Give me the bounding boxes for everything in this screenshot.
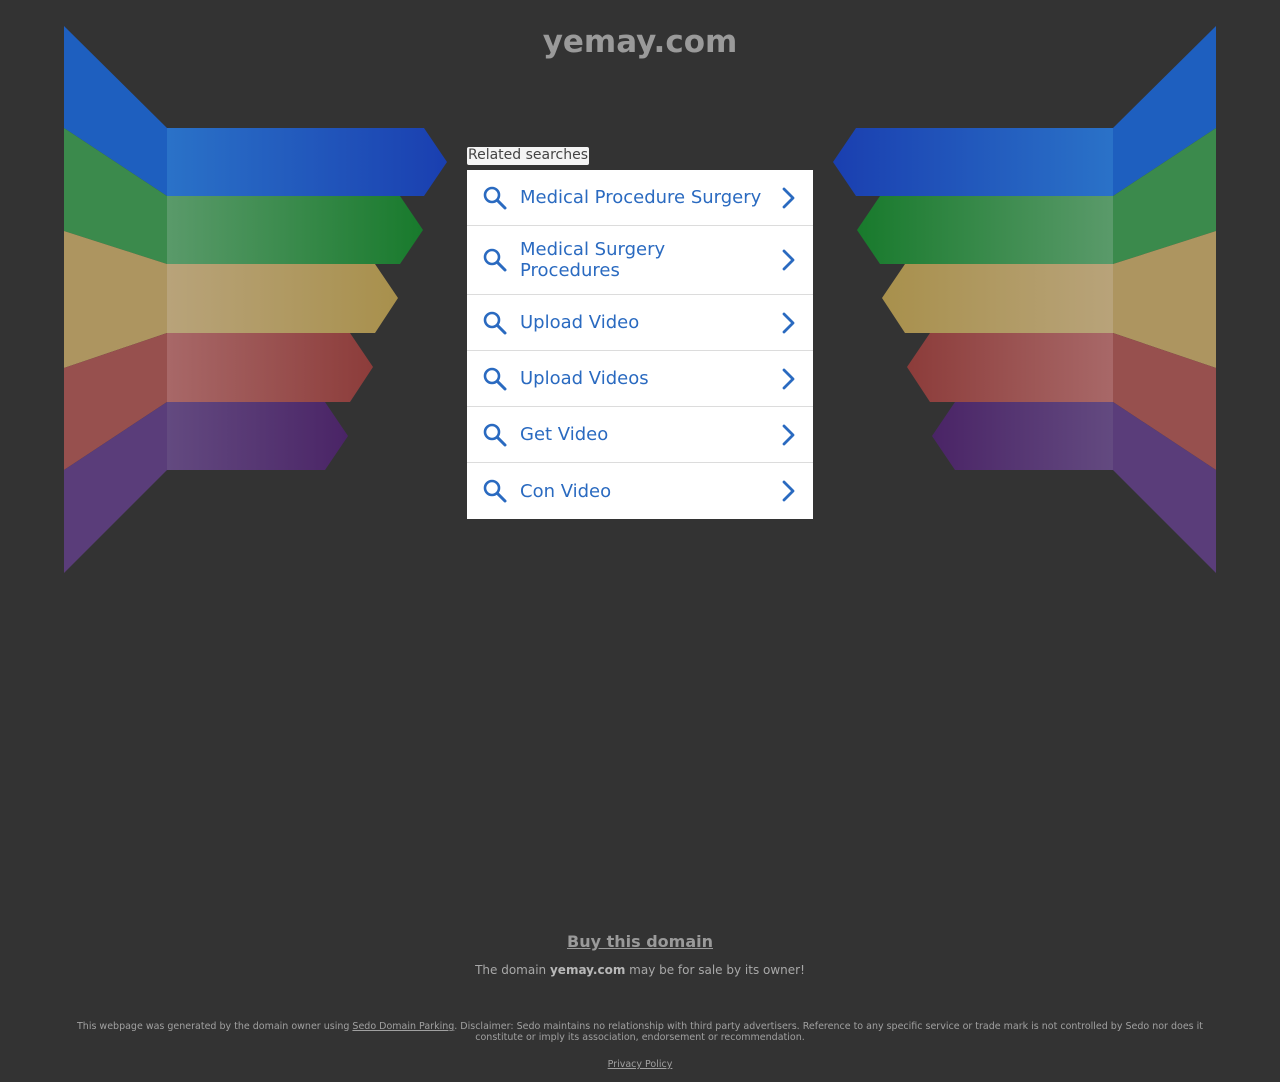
disclaimer-prefix: This webpage was generated by the domain… bbox=[77, 1021, 350, 1032]
related-search-label: Upload Video bbox=[520, 312, 640, 333]
chevron-right-icon bbox=[782, 312, 795, 333]
related-search-item[interactable]: Upload Videos bbox=[467, 351, 813, 407]
chevron-right-icon bbox=[782, 187, 795, 208]
chevron-right-icon bbox=[782, 424, 795, 445]
related-searches-label: Related searches bbox=[467, 147, 590, 165]
domain-title: yemay.com bbox=[542, 24, 738, 60]
search-icon bbox=[483, 423, 507, 446]
related-search-item[interactable]: Con Video bbox=[467, 463, 813, 519]
chevron-right-icon bbox=[782, 480, 795, 502]
search-icon bbox=[483, 311, 507, 334]
search-icon bbox=[483, 479, 507, 503]
sale-suffix: may be for sale by its owner! bbox=[629, 963, 805, 977]
related-searches-list: Medical Procedure Surgery Medical Surger… bbox=[467, 170, 813, 519]
related-search-item[interactable]: Get Video bbox=[467, 407, 813, 463]
search-icon bbox=[483, 248, 507, 272]
related-search-item[interactable]: Upload Video bbox=[467, 295, 813, 351]
related-search-label: Get Video bbox=[520, 424, 609, 445]
privacy-policy-link[interactable]: Privacy Policy bbox=[608, 1059, 673, 1070]
sale-domain: yemay.com bbox=[549, 963, 626, 977]
buy-domain-link[interactable]: Buy this domain bbox=[0, 932, 1280, 952]
related-search-label: Con Video bbox=[520, 480, 612, 502]
sale-prefix: The domain bbox=[475, 963, 547, 977]
related-search-item[interactable]: Medical Surgery Procedures bbox=[467, 226, 813, 295]
privacy-footer: Privacy Policy bbox=[0, 1059, 1280, 1070]
search-icon bbox=[483, 367, 507, 390]
related-search-item[interactable]: Medical Procedure Surgery bbox=[467, 170, 813, 226]
search-icon bbox=[483, 186, 507, 209]
chevron-right-icon bbox=[782, 368, 795, 389]
disclaimer-suffix: . Disclaimer: Sedo maintains no relation… bbox=[454, 1021, 1203, 1043]
related-search-label: Medical Procedure Surgery bbox=[520, 187, 762, 208]
related-search-label: Upload Videos bbox=[520, 368, 649, 389]
disclaimer: This webpage was generated by the domain… bbox=[60, 1021, 1220, 1043]
sale-notice: The domain yemay.com may be for sale by … bbox=[0, 963, 1280, 978]
parking-page: yemay.com Related searches Medical Proce… bbox=[0, 0, 1280, 1082]
chevron-right-icon bbox=[782, 249, 795, 271]
sedo-parking-link[interactable]: Sedo Domain Parking bbox=[352, 1021, 454, 1032]
related-search-label: Medical Surgery Procedures bbox=[520, 239, 666, 281]
